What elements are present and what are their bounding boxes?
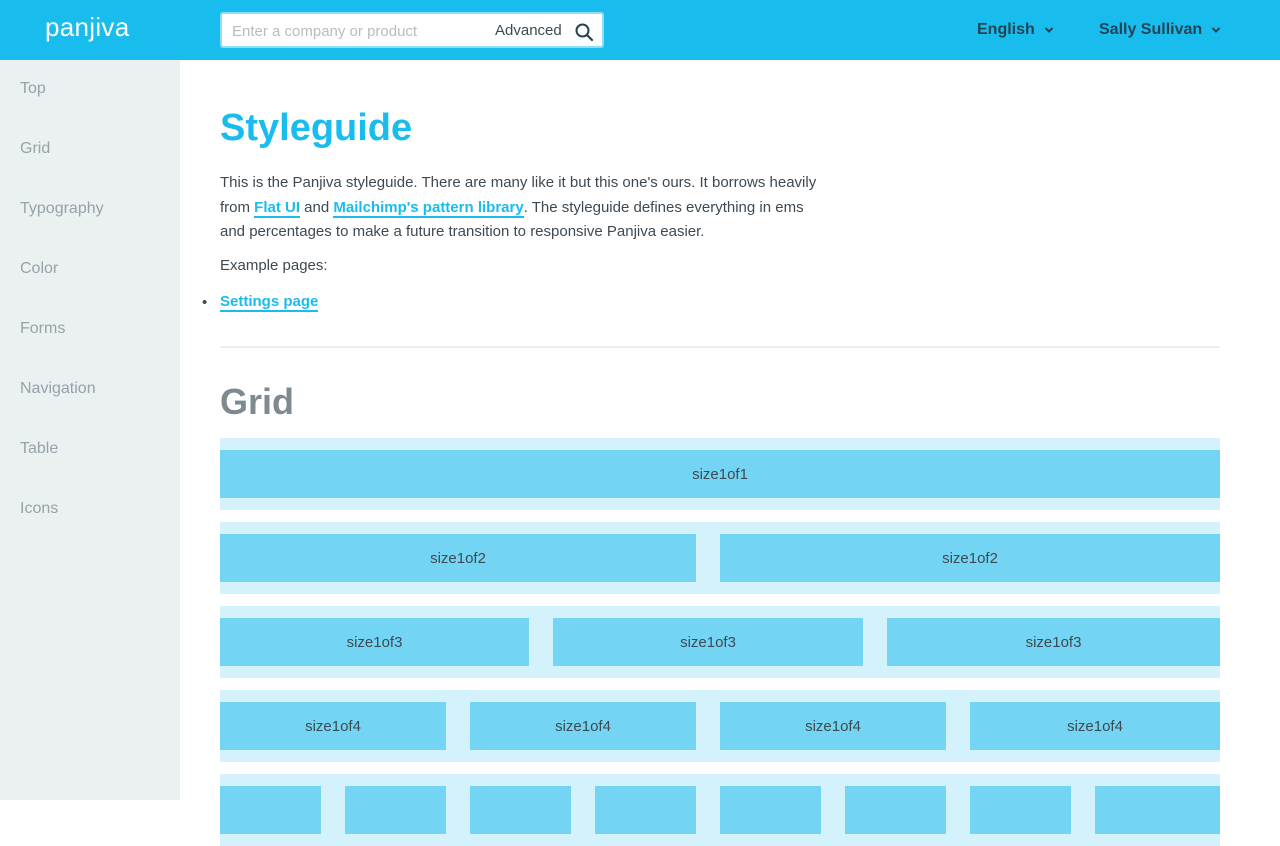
panjiva-logo[interactable]: panjiva [45,12,130,43]
bullet-icon: • [202,294,208,311]
chevron-down-icon [1211,27,1221,33]
intro-text: and [300,198,334,216]
grid-cell [970,786,1071,834]
grid-cell [595,786,696,834]
section-divider [220,346,1220,348]
sidebar-item-forms[interactable]: Forms [20,320,65,342]
grid-cell [720,786,821,834]
language-menu[interactable]: English [977,20,1055,40]
grid-cell: size1of2 [220,534,696,582]
grid-cell: size1of4 [220,702,446,750]
example-pages-list: Settings page [220,293,319,312]
sidebar-item-color[interactable]: Color [20,260,58,282]
search-icon[interactable] [574,22,594,42]
grid-row [220,774,1220,846]
example-pages-label: Example pages: [220,257,328,274]
grid-cell [845,786,946,834]
grid-cell [345,786,446,834]
grid-cell [1095,786,1220,834]
grid-cell: size1of2 [720,534,1220,582]
search-box: Advanced [220,12,604,48]
user-name: Sally Sullivan [1099,21,1203,38]
flat-ui-link[interactable]: Flat UI [254,198,301,218]
page-title: Styleguide [220,107,413,149]
grid-cell: size1of3 [220,618,529,666]
sidebar-item-icons[interactable]: Icons [20,500,58,522]
sidebar-item-top[interactable]: Top [20,80,46,102]
sidebar-item-table[interactable]: Table [20,440,58,462]
settings-page-link[interactable]: Settings page [220,293,319,312]
language-label: English [977,21,1035,38]
grid-cell [470,786,571,834]
grid-cell [220,786,321,834]
chevron-down-icon [1044,27,1053,33]
grid-cell: size1of4 [970,702,1220,750]
intro-paragraph: This is the Panjiva styleguide. There ar… [220,171,830,245]
grid-row: size1of4 size1of4 size1of4 size1of4 [220,690,1220,762]
grid-cell: size1of3 [553,618,863,666]
grid-cell: size1of3 [887,618,1220,666]
advanced-search-link[interactable]: Advanced [495,22,562,39]
sidebar-item-typography[interactable]: Typography [20,200,104,222]
top-bar: panjiva Advanced English Sally Sullivan [0,0,1280,60]
mailchimp-pattern-library-link[interactable]: Mailchimp's pattern library [333,198,524,218]
grid-cell: size1of4 [720,702,946,750]
search-input[interactable] [232,21,482,41]
sidebar-item-navigation[interactable]: Navigation [20,380,96,402]
grid-row: size1of1 [220,438,1220,510]
user-menu[interactable]: Sally Sullivan [1099,20,1222,40]
grid-cell: size1of1 [220,450,1220,498]
grid-cell: size1of4 [470,702,696,750]
sidebar-item-grid[interactable]: Grid [20,140,50,162]
grid-row: size1of2 size1of2 [220,522,1220,594]
sidebar: Top Grid Typography Color Forms Navigati… [0,60,180,800]
grid-row: size1of3 size1of3 size1of3 [220,606,1220,678]
grid-section-title: Grid [220,381,295,422]
